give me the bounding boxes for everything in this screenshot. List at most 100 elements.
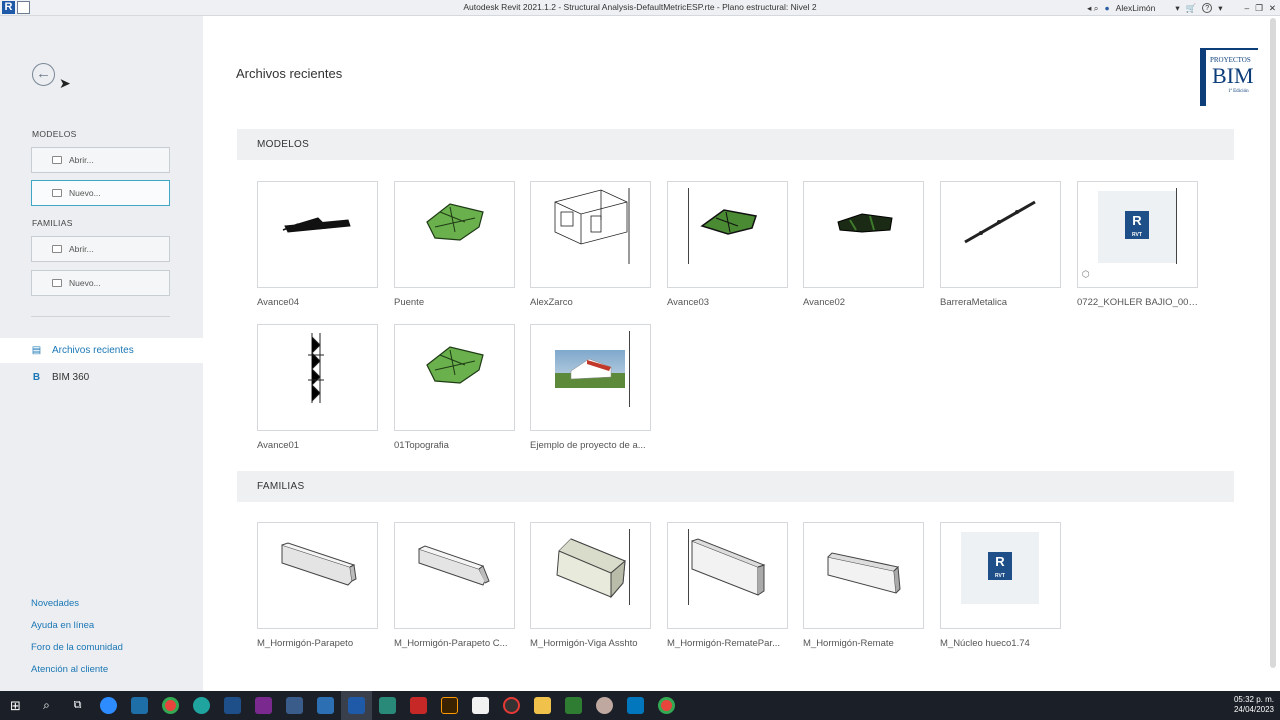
mail-app-icon[interactable] [558, 691, 589, 720]
family-card-parapeto[interactable]: M_Hormigón-Parapeto [257, 522, 378, 649]
model-thumbnail[interactable] [394, 181, 515, 288]
file-explorer-icon[interactable] [527, 691, 558, 720]
navisworks-app-icon[interactable] [279, 691, 310, 720]
sidebar-divider [31, 316, 170, 317]
model-thumbnail[interactable] [803, 181, 924, 288]
revit-taskbar-icon[interactable] [217, 691, 248, 720]
mouse-cursor-icon: ➤ [59, 75, 71, 91]
family-card-viga-asshto[interactable]: M_Hormigón-Viga Asshto [530, 522, 651, 649]
search-binoculars-icon[interactable]: ◂ ⌕ [1087, 3, 1098, 14]
family-thumbnail[interactable]: R RVT [940, 522, 1061, 629]
zoom-app-icon[interactable] [93, 691, 124, 720]
search-icon[interactable]: ⌕ [31, 691, 62, 720]
modelos-section-header: MODELOS [237, 129, 1234, 160]
family-thumbnail[interactable] [667, 522, 788, 629]
paint-app-icon[interactable] [589, 691, 620, 720]
recent-files-icon: ▤ [31, 345, 42, 356]
link-ayuda-en-linea[interactable]: Ayuda en línea [31, 620, 94, 631]
model-card-puente[interactable]: Puente [394, 181, 515, 308]
illustrator-app-icon[interactable] [434, 691, 465, 720]
model-thumbnail[interactable] [530, 324, 651, 431]
bim360-icon: B [32, 372, 41, 383]
new-file-icon [52, 189, 62, 197]
autocad-app-icon[interactable] [372, 691, 403, 720]
revit-active-app-icon[interactable] [341, 691, 372, 720]
family-thumbnail[interactable] [530, 522, 651, 629]
familias-open-button[interactable]: Abrir... [31, 236, 170, 262]
model-card-avance01[interactable]: Avance01 [257, 324, 378, 451]
family-thumbnail[interactable] [803, 522, 924, 629]
link-foro-comunidad[interactable]: Foro de la comunidad [31, 642, 123, 653]
family-card-parapeto-c[interactable]: M_Hormigón-Parapeto C... [394, 522, 515, 649]
clock-date: 24/04/2023 [1233, 705, 1274, 714]
task-view-icon[interactable]: ⧉ [62, 691, 93, 720]
page-title: Archivos recientes [236, 66, 343, 81]
family-name: M_Núcleo hueco1.74 [940, 638, 1030, 649]
model-thumbnail[interactable] [667, 181, 788, 288]
model-thumbnail[interactable] [257, 324, 378, 431]
back-arrow-icon[interactable]: ← [32, 63, 55, 86]
model-name: Puente [394, 297, 425, 308]
windows-taskbar: ⊞ ⌕ ⧉ 05:32 p. m. 24/04/2023 [0, 691, 1280, 720]
onenote-purple-icon[interactable] [248, 691, 279, 720]
system-clock[interactable]: 05:32 p. m. 24/04/2023 [1234, 695, 1274, 715]
modelos-new-button[interactable]: Nuevo... [31, 180, 170, 206]
sidebar: ← ➤ MODELOS Abrir... Nuevo... FAMILIAS A… [0, 16, 203, 691]
user-name[interactable]: AlexLimón [1116, 3, 1156, 13]
link-novedades[interactable]: Novedades [31, 598, 79, 609]
help-chevron-icon[interactable]: ▾ [1218, 3, 1222, 14]
familias-heading: FAMILIAS [32, 218, 73, 228]
model-card-avance02[interactable]: Avance02 [803, 181, 924, 308]
family-card-remate-par[interactable]: M_Hormigón-RematePar... [667, 522, 788, 649]
family-thumbnail[interactable] [394, 522, 515, 629]
chrome-app-icon[interactable] [155, 691, 186, 720]
chrome-app-icon-2[interactable] [651, 691, 682, 720]
user-menu-chevron-icon[interactable]: ▾ [1175, 3, 1179, 14]
family-card-remate[interactable]: M_Hormigón-Remate [803, 522, 924, 649]
model-name: BarreraMetalica [940, 297, 1008, 308]
family-thumbnail[interactable] [257, 522, 378, 629]
model-card-alexzarco[interactable]: AlexZarco [530, 181, 651, 308]
media-player-icon[interactable] [620, 691, 651, 720]
model-card-barrerametalica[interactable]: BarreraMetalica [940, 181, 1061, 308]
cart-icon[interactable]: 🛒 [1186, 3, 1197, 14]
model-card-01topografia[interactable]: 01Topografia [394, 324, 515, 451]
minimize-button[interactable]: – [1245, 3, 1250, 13]
familias-new-button[interactable]: Nuevo... [31, 270, 170, 296]
model-thumbnail[interactable]: R RVT ⬡ [1077, 181, 1198, 288]
model-card-ejemplo[interactable]: Ejemplo de proyecto de a... [530, 324, 651, 451]
media-app-icon[interactable] [496, 691, 527, 720]
folder-open-icon [52, 156, 62, 164]
civil3d-app-icon[interactable] [310, 691, 341, 720]
link-atencion-cliente[interactable]: Atención al cliente [31, 664, 108, 675]
rvt-file-icon: R RVT [961, 532, 1039, 604]
model-card-kohler[interactable]: R RVT ⬡ 0722_KOHLER BAJIO_001... [1077, 181, 1198, 308]
model-name: Avance01 [257, 440, 300, 451]
model-thumbnail[interactable] [394, 324, 515, 431]
model-card-avance04[interactable]: Avance04 [257, 181, 378, 308]
model-card-avance03[interactable]: Avance03 [667, 181, 788, 308]
sidebar-item-recent-files[interactable]: ▤ Archivos recientes [0, 338, 203, 363]
model-name: Avance02 [803, 297, 846, 308]
autocad-red-app-icon[interactable] [403, 691, 434, 720]
proyectos-bim-logo: PROYECTOS BIM 1ª Edición [1200, 48, 1258, 106]
document-app-icon[interactable] [465, 691, 496, 720]
modelos-open-button[interactable]: Abrir... [31, 147, 170, 173]
sketchup-app-icon[interactable] [124, 691, 155, 720]
restore-button[interactable]: ❐ [1255, 3, 1263, 14]
title-bar-controls: ◂ ⌕ ● AlexLimón ▾ 🛒 ? ▾ – ❐ ✕ [1087, 1, 1276, 15]
clock-time: 05:32 p. m. [1233, 695, 1274, 704]
close-button[interactable]: ✕ [1269, 3, 1276, 14]
model-name: Avance03 [667, 297, 710, 308]
vertical-scrollbar[interactable] [1270, 18, 1276, 668]
family-card-nucleo-hueco[interactable]: R RVT M_Núcleo hueco1.74 [940, 522, 1061, 649]
start-button[interactable]: ⊞ [0, 691, 31, 720]
edge-app-icon[interactable] [186, 691, 217, 720]
model-thumbnail[interactable] [530, 181, 651, 288]
sidebar-item-bim360[interactable]: B BIM 360 [0, 365, 203, 390]
user-icon[interactable]: ● [1105, 3, 1110, 13]
model-thumbnail[interactable] [940, 181, 1061, 288]
family-name: M_Hormigón-RematePar... [667, 638, 780, 649]
help-icon[interactable]: ? [1202, 3, 1213, 13]
model-thumbnail[interactable] [257, 181, 378, 288]
